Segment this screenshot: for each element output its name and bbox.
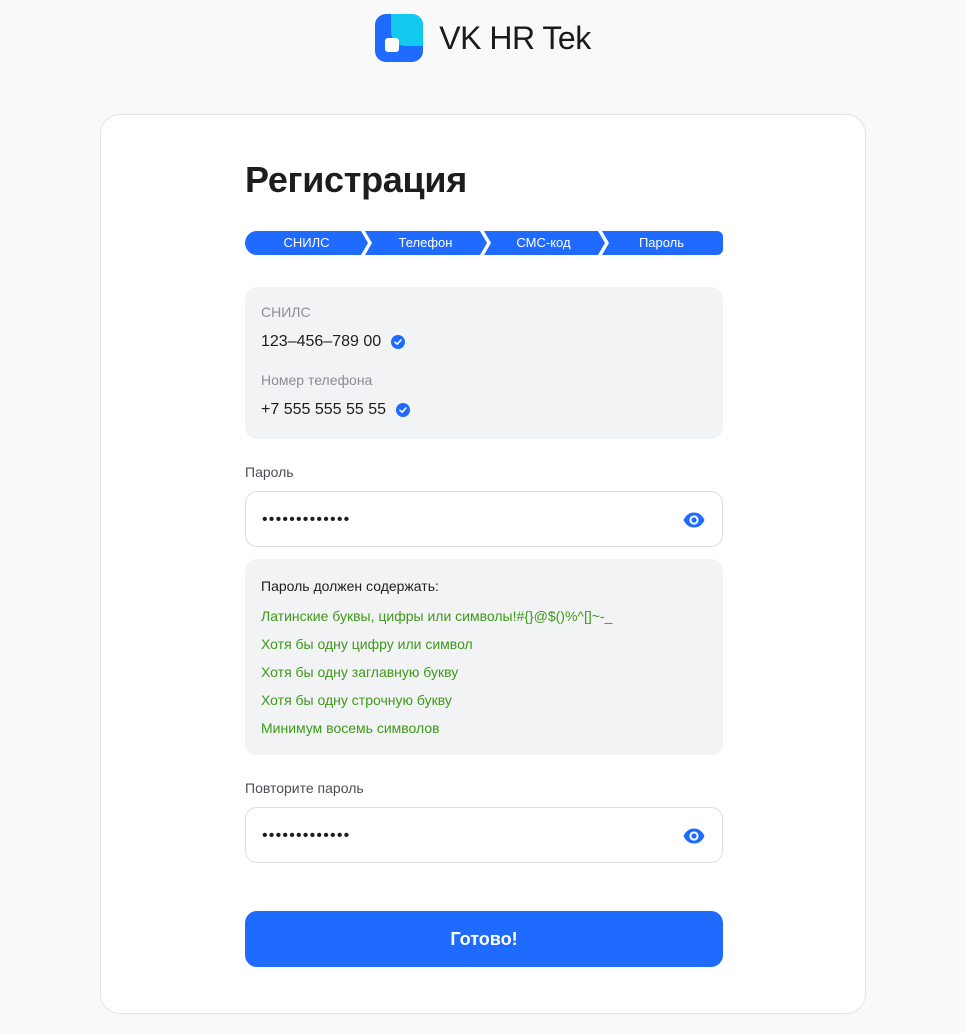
brand-name: VK HR Tek (439, 19, 591, 56)
password-value[interactable]: ••••••••••••• (262, 508, 350, 532)
requirement-item: Хотя бы одну цифру или символ (261, 636, 473, 652)
step-snils: СНИЛС (283, 235, 330, 250)
header: VK HR Tek (0, 0, 966, 80)
check-circle-icon (391, 335, 406, 349)
eye-icon[interactable] (682, 824, 706, 848)
confirm-password-label: Повторите пароль (245, 780, 364, 796)
submit-button[interactable]: Готово! (245, 911, 723, 967)
step-password: Пароль (638, 235, 685, 250)
confirm-password-value[interactable]: ••••••••••••• (262, 824, 350, 848)
requirements-title: Пароль должен содержать: (261, 578, 439, 594)
requirement-item: Хотя бы одну заглавную букву (261, 664, 459, 680)
verified-info-box: СНИЛС 123–456–789 00 Номер телефона +7 5… (245, 287, 723, 439)
registration-card: Регистрация СНИЛС Телефон СМС-код Пароль… (100, 114, 866, 1014)
snils-label: СНИЛС (261, 304, 311, 320)
phone-value-row: +7 555 555 55 55 (261, 401, 411, 419)
vk-hr-tek-logo-icon (375, 14, 424, 62)
check-circle-icon (396, 403, 411, 417)
page-title: Регистрация (245, 159, 467, 200)
step-phone: Телефон (398, 235, 453, 250)
step-sms-code: СМС-код (516, 235, 571, 250)
password-field[interactable]: ••••••••••••• (245, 491, 723, 547)
eye-icon[interactable] (682, 508, 706, 532)
confirm-password-field[interactable]: ••••••••••••• (245, 807, 723, 863)
phone-value: +7 555 555 55 55 (261, 401, 387, 418)
password-requirements: Пароль должен содержать: Латинские буквы… (245, 559, 723, 755)
requirement-item: Хотя бы одну строчную букву (261, 692, 452, 708)
progress-stepper: СНИЛС Телефон СМС-код Пароль (245, 231, 723, 255)
requirement-item: Минимум восемь символов (261, 720, 440, 736)
snils-value-row: 123–456–789 00 (261, 333, 406, 351)
brand[interactable]: VK HR Tek (375, 14, 591, 62)
password-label: Пароль (245, 464, 294, 480)
snils-value: 123–456–789 00 (261, 333, 382, 350)
requirement-item: Латинские буквы, цифры или символы!#{}@$… (261, 608, 613, 624)
phone-label: Номер телефона (261, 372, 373, 388)
